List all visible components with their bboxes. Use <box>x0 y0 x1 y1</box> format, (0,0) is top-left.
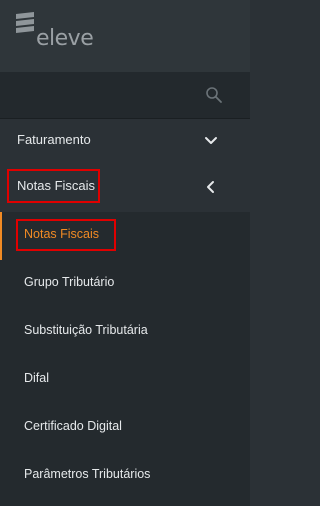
chevron-down-icon <box>205 137 217 144</box>
search-icon[interactable] <box>205 86 223 104</box>
chevron-left-icon <box>207 181 214 193</box>
logo-icon <box>16 12 34 33</box>
menu-item-label: Faturamento <box>17 132 91 147</box>
submenu-item-substituicao-tributaria[interactable]: Substituição Tributária <box>0 308 250 356</box>
menu-item-faturamento[interactable]: Faturamento <box>0 118 250 164</box>
submenu-item-label: Parâmetros Tributários <box>24 467 151 481</box>
submenu-item-difal[interactable]: Difal <box>0 356 250 404</box>
submenu-item-label: Substituição Tributária <box>24 323 148 337</box>
brand-name: eleve <box>36 26 94 51</box>
submenu-item-label: Difal <box>24 371 50 385</box>
submenu-item-label: Certificado Digital <box>24 419 122 433</box>
search-bar <box>0 72 250 119</box>
submenu-item-label: Grupo Tributário <box>24 275 115 289</box>
submenu: Notas Fiscais Grupo Tributário Substitui… <box>0 212 250 506</box>
submenu-item-certificado-digital[interactable]: Certificado Digital <box>0 404 250 452</box>
sidebar: eleve Faturamento Notas Fiscais Notas Fi… <box>0 0 250 506</box>
search-input[interactable] <box>0 72 195 118</box>
logo-area: eleve <box>0 0 250 72</box>
highlight-box <box>7 169 100 203</box>
highlight-box <box>16 219 116 251</box>
submenu-item-grupo-tributario[interactable]: Grupo Tributário <box>0 260 250 308</box>
submenu-item-parametros-tributarios[interactable]: Parâmetros Tributários <box>0 452 250 500</box>
